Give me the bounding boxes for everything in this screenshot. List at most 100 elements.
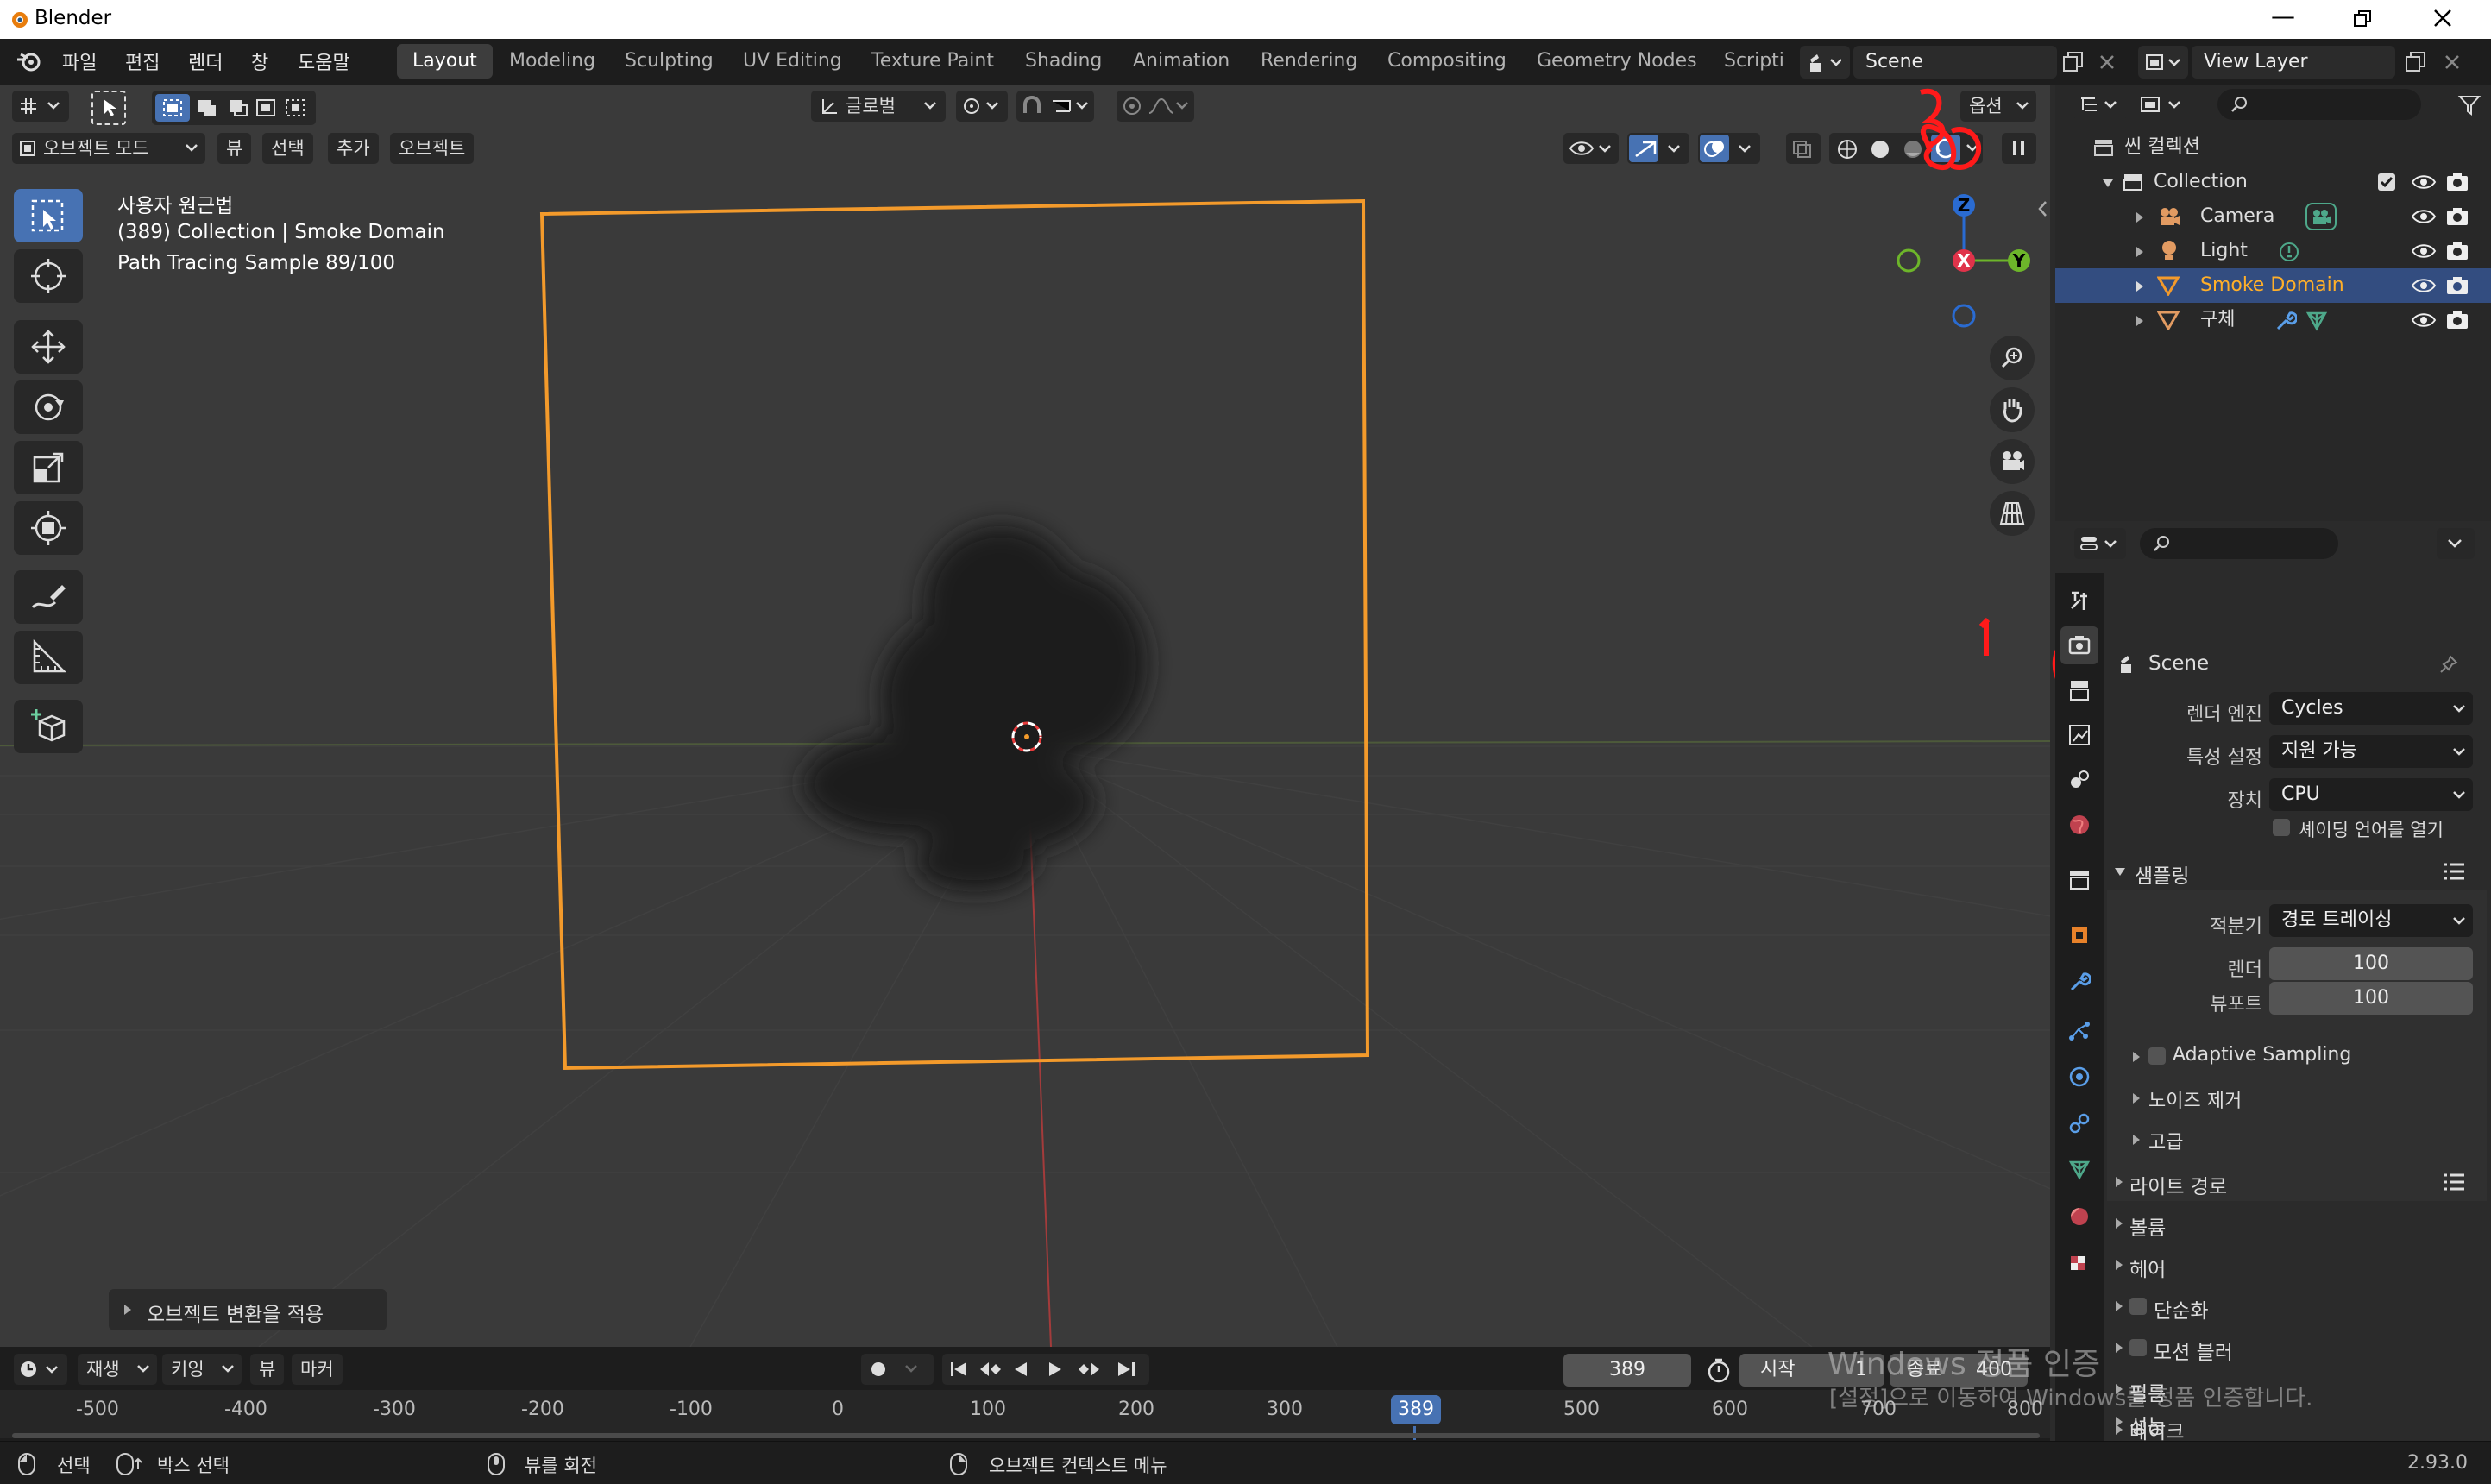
timeline-scrollbar[interactable] <box>12 1433 2040 1438</box>
selection-mode-buttons[interactable] <box>152 91 316 125</box>
menu-window[interactable]: 창 <box>251 47 268 75</box>
render-engine-dropdown[interactable]: Cycles <box>2269 692 2473 725</box>
gizmo-toggle[interactable] <box>1627 133 1689 164</box>
3d-cursor-icon[interactable] <box>1008 718 1046 756</box>
tab-rendering[interactable]: Rendering <box>1245 44 1373 79</box>
tab-constraints[interactable] <box>2060 1104 2098 1142</box>
pin-icon[interactable] <box>2438 654 2459 675</box>
menu-render[interactable]: 렌더 <box>188 47 223 75</box>
timeline-editor-type[interactable] <box>14 1354 67 1385</box>
select-box-tool[interactable] <box>14 189 83 242</box>
tab-uv-editing[interactable]: UV Editing <box>727 44 858 79</box>
menu-edit[interactable]: 편집 <box>125 47 160 75</box>
ortho-toggle-button[interactable] <box>1990 491 2035 536</box>
eye-icon[interactable] <box>2411 242 2437 261</box>
scene-field[interactable]: Scene <box>1853 46 2057 79</box>
scale-tool[interactable] <box>14 441 83 494</box>
properties-editor-type[interactable] <box>2074 528 2126 559</box>
navigation-gizmo[interactable]: Z Y X <box>1881 189 2045 344</box>
blender-menu-icon[interactable] <box>16 49 43 73</box>
close-button[interactable] <box>2432 8 2453 28</box>
restore-button[interactable] <box>2353 9 2374 28</box>
move-tool[interactable] <box>14 320 83 374</box>
eye-icon[interactable] <box>2411 207 2437 226</box>
overlays-toggle[interactable] <box>1698 133 1760 164</box>
feature-set-dropdown[interactable]: 지원 가능 <box>2269 735 2473 768</box>
render-samples-field[interactable]: 100 <box>2269 947 2473 980</box>
tab-particles[interactable] <box>2060 1011 2098 1049</box>
properties-search-input[interactable] <box>2140 528 2338 559</box>
light-paths-panel[interactable]: 라이트 경로 <box>2107 1163 2487 1201</box>
rotate-tool[interactable] <box>14 380 83 434</box>
outliner-item-smoke-domain[interactable]: Smoke Domain <box>2055 268 2491 303</box>
current-frame-field[interactable]: 389 <box>1563 1354 1691 1387</box>
tab-material[interactable] <box>2060 1198 2098 1236</box>
new-scene-icon[interactable] <box>2062 51 2085 73</box>
tab-texture[interactable] <box>2060 1246 2098 1284</box>
tab-shading[interactable]: Shading <box>1010 44 1117 79</box>
playback-dropdown[interactable]: 재생 <box>78 1354 157 1385</box>
outliner-item-camera[interactable]: Camera <box>2055 199 2491 234</box>
outliner-scene-collection[interactable]: 씬 컬렉션 <box>2055 130 2491 165</box>
viewport-samples-field[interactable]: 100 <box>2269 982 2473 1015</box>
advanced-subpanel[interactable]: 고급 <box>2124 1122 2487 1156</box>
visibility-dropdown[interactable] <box>1563 133 1619 164</box>
view-layer-browse-button[interactable] <box>2138 46 2188 79</box>
render-camera-icon[interactable] <box>2445 206 2469 227</box>
pan-view-button[interactable] <box>1990 387 2035 432</box>
new-view-layer-icon[interactable] <box>2405 51 2427 73</box>
menu-select[interactable]: 선택 <box>262 133 313 164</box>
expand-arrow-icon[interactable] <box>2135 280 2145 292</box>
device-dropdown[interactable]: CPU <box>2269 778 2473 811</box>
eye-icon[interactable] <box>2411 311 2437 330</box>
denoising-subpanel[interactable]: 노이즈 제거 <box>2124 1080 2487 1115</box>
rendered-shading-button[interactable] <box>1931 135 1960 162</box>
adaptive-sampling-subpanel[interactable]: Adaptive Sampling <box>2124 1039 2487 1073</box>
smoke-volume[interactable] <box>777 500 1225 948</box>
sampling-panel-header[interactable]: 샘플링 <box>2107 852 2487 890</box>
measure-tool[interactable] <box>14 631 83 684</box>
expand-arrow-icon[interactable] <box>2135 246 2145 258</box>
add-cube-tool[interactable] <box>14 700 83 753</box>
simplify-panel[interactable]: 단순화 <box>2107 1287 2487 1325</box>
minimize-button[interactable]: — <box>2271 2 2295 30</box>
pivot-point-dropdown[interactable] <box>956 91 1008 122</box>
menu-help[interactable]: 도움말 <box>298 47 350 75</box>
outliner-search-input[interactable] <box>2217 89 2421 120</box>
expand-arrow-icon[interactable] <box>2135 315 2145 327</box>
eye-icon[interactable] <box>2411 276 2437 295</box>
menu-view[interactable]: 뷰 <box>217 133 252 164</box>
tab-render[interactable] <box>2060 626 2098 664</box>
bake-panel[interactable]: 베이크 <box>2107 1415 2487 1443</box>
integrator-dropdown[interactable]: 경로 트레이싱 <box>2269 904 2473 937</box>
options-dropdown[interactable]: 옵션 <box>1960 91 2036 122</box>
outliner-editor-type[interactable] <box>2074 89 2126 120</box>
osl-checkbox[interactable] <box>2273 819 2290 836</box>
display-mode-dropdown[interactable] <box>2135 89 2192 120</box>
cursor-tool[interactable] <box>14 249 83 303</box>
proportional-editing-toggle[interactable] <box>1117 91 1194 122</box>
xray-toggle[interactable] <box>1786 133 1821 164</box>
outliner-item-light[interactable]: Light <box>2055 234 2491 268</box>
pause-render-button[interactable] <box>2002 133 2036 164</box>
mesh-data-icon[interactable] <box>2305 310 2328 332</box>
tab-texture-paint[interactable]: Texture Paint <box>856 44 1010 79</box>
eye-icon[interactable] <box>2411 173 2437 192</box>
hair-panel[interactable]: 헤어 <box>2107 1246 2487 1284</box>
view-layer-field[interactable]: View Layer <box>2192 46 2395 79</box>
adaptive-sampling-checkbox[interactable] <box>2148 1047 2166 1065</box>
presets-list-icon[interactable] <box>2442 1172 2466 1194</box>
solid-shading-icon[interactable] <box>1869 138 1891 160</box>
select-subtract-icon[interactable] <box>228 98 248 117</box>
outliner-collection[interactable]: Collection <box>2055 165 2491 199</box>
auto-keying-toggle[interactable] <box>861 1354 934 1385</box>
simplify-checkbox[interactable] <box>2129 1298 2147 1315</box>
delete-view-layer-icon[interactable] <box>2444 53 2461 71</box>
playhead-marker[interactable]: 389 <box>1391 1395 1441 1424</box>
transform-tool[interactable] <box>14 501 83 555</box>
presets-list-icon[interactable] <box>2442 861 2466 883</box>
tab-data[interactable] <box>2060 1151 2098 1189</box>
motion-blur-checkbox[interactable] <box>2129 1339 2147 1356</box>
stopwatch-icon[interactable] <box>1705 1357 1733 1383</box>
outliner[interactable]: 씬 컬렉션 Collection Camera Light Smoke Doma… <box>2055 85 2491 521</box>
